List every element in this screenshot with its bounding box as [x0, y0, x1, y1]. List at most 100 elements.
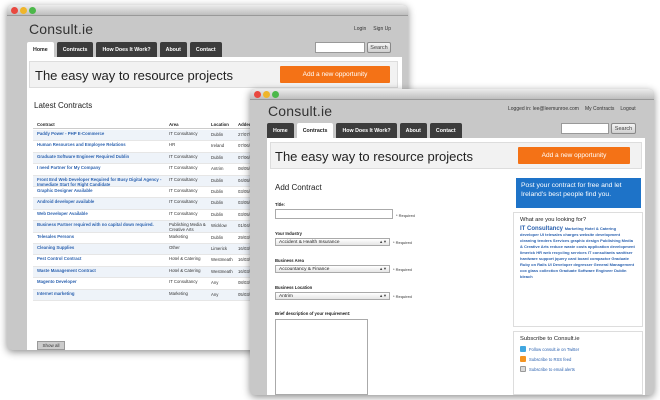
tag-link[interactable]: jquery	[555, 256, 568, 261]
tag-link[interactable]: Services	[553, 238, 571, 243]
contract-link[interactable]: I need Partner for My Company	[37, 165, 162, 170]
tag-link[interactable]: reduce	[550, 244, 564, 249]
contract-link[interactable]: Graphic Designer Available	[37, 188, 162, 193]
contract-link[interactable]: Waste Management Contract	[37, 268, 162, 273]
rss-link[interactable]: Subscribe to RSS feed	[520, 356, 636, 362]
maximize-icon[interactable]	[272, 91, 279, 98]
minimize-icon[interactable]	[263, 91, 270, 98]
tag-link[interactable]: design	[586, 238, 600, 243]
tab-how-it-works[interactable]: How Does It Work?	[336, 123, 397, 138]
contract-link[interactable]: Front End Web Developer Required for Bus…	[37, 177, 162, 187]
tag-link[interactable]: costs	[576, 244, 588, 249]
close-icon[interactable]	[254, 91, 261, 98]
contract-link[interactable]: Graduate Software Engineer Required Dubl…	[37, 154, 162, 159]
contract-link[interactable]: Business Partner required with no capita…	[37, 222, 162, 227]
tag-link[interactable]: Marketing	[565, 226, 585, 231]
rss-link-text[interactable]: Subscribe to RSS feed	[529, 357, 571, 362]
industry-select[interactable]: Accident & Health Insurance ▲▼	[275, 238, 390, 246]
tab-about[interactable]: About	[399, 123, 427, 138]
tab-contracts[interactable]: Contracts	[56, 42, 94, 57]
tag-link[interactable]: degresser	[573, 262, 593, 267]
contract-link[interactable]: Web Developer Available	[37, 211, 162, 216]
tag-link[interactable]: waste	[564, 244, 576, 249]
tag-link[interactable]: Dublin	[614, 268, 626, 273]
tag-link[interactable]: cleaning	[520, 238, 537, 243]
tag-link[interactable]: development	[595, 232, 620, 237]
tag-link[interactable]: charges	[563, 232, 579, 237]
tag-link[interactable]: services	[571, 250, 588, 255]
tag-link[interactable]: Creative	[524, 244, 541, 249]
tag-link[interactable]: Publishing	[600, 238, 622, 243]
tag-link[interactable]: developer	[520, 232, 540, 237]
tag-link[interactable]: sanitiser	[616, 250, 632, 255]
tag-link[interactable]: Media	[622, 238, 633, 243]
login-link[interactable]: Login	[354, 26, 366, 32]
tab-contracts[interactable]: Contracts	[296, 123, 334, 138]
tag-link[interactable]: consultants	[593, 250, 617, 255]
tag-link[interactable]: hardware	[520, 256, 539, 261]
tag-link[interactable]: bleach	[520, 274, 533, 279]
tag-link[interactable]: compactor	[590, 256, 612, 261]
contract-link[interactable]: Internet marketing	[37, 291, 162, 296]
add-opportunity-button[interactable]: Add a new opportunity	[518, 147, 630, 164]
contract-link[interactable]: Telesales Persons	[37, 234, 162, 239]
tag-link[interactable]: development	[610, 244, 635, 249]
tag-link[interactable]: limerick	[520, 250, 536, 255]
tag-link[interactable]: collection	[539, 268, 559, 273]
contract-link[interactable]: Cleaning Supplies	[37, 245, 162, 250]
tag-link[interactable]: Graduate	[611, 256, 629, 261]
contract-link[interactable]: Paddy Power - PHP E-Commerce	[37, 131, 162, 136]
tab-contact[interactable]: Contact	[189, 42, 222, 57]
tab-contact[interactable]: Contact	[429, 123, 462, 138]
twitter-link-text[interactable]: Follow consult.ie on Twitter	[529, 347, 579, 352]
logout-link[interactable]: Logout	[620, 106, 635, 112]
email-link-text[interactable]: Subscribe to email alerts	[529, 367, 575, 372]
tag-link[interactable]: glass	[528, 268, 539, 273]
tag-link[interactable]: telesales	[545, 232, 563, 237]
tag-link[interactable]: card	[568, 256, 578, 261]
twitter-link[interactable]: Follow consult.ie on Twitter	[520, 346, 636, 352]
tag-link[interactable]: Ruby	[520, 262, 531, 267]
contract-link[interactable]: Android developer available	[37, 199, 162, 204]
add-opportunity-button[interactable]: Add a new opportunity	[280, 66, 390, 83]
tag-link[interactable]: Management	[610, 262, 634, 267]
close-icon[interactable]	[11, 7, 18, 14]
title-field[interactable]	[275, 209, 393, 219]
minimize-icon[interactable]	[20, 7, 27, 14]
tag-link[interactable]: Rails	[537, 262, 548, 267]
search-input[interactable]	[561, 123, 609, 134]
contract-link[interactable]: Pest Control Contract	[37, 256, 162, 261]
tag-link[interactable]: Engineer	[596, 268, 614, 273]
tag-link[interactable]: application	[588, 244, 610, 249]
my-contracts-link[interactable]: My Contracts	[585, 106, 614, 112]
show-all-button[interactable]: Show all	[37, 341, 65, 350]
email-alerts-link[interactable]: Subscribe to email alerts	[520, 366, 636, 372]
tag-link[interactable]: support	[539, 256, 555, 261]
tag-link[interactable]: graphic	[570, 238, 586, 243]
contract-link[interactable]: Magento Developer	[37, 279, 162, 284]
tag-link[interactable]: General	[594, 262, 610, 267]
tab-home[interactable]: Home	[267, 123, 294, 138]
tag-link[interactable]: Graduate	[559, 268, 578, 273]
maximize-icon[interactable]	[29, 7, 36, 14]
contract-link[interactable]: Human Resources and Employee Relations	[37, 142, 162, 147]
description-textarea[interactable]	[275, 319, 368, 395]
tag-link[interactable]: website	[580, 232, 596, 237]
tag-link[interactable]: web	[543, 250, 552, 255]
site-logo[interactable]: Consult.ie	[29, 21, 93, 37]
tag-link[interactable]: cox	[520, 268, 528, 273]
tag-link[interactable]: Developer	[553, 262, 573, 267]
site-logo[interactable]: Consult.ie	[268, 103, 332, 119]
tab-how-it-works[interactable]: How Does It Work?	[96, 42, 157, 57]
tab-home[interactable]: Home	[27, 42, 54, 57]
tag-link[interactable]: board	[578, 256, 590, 261]
search-button[interactable]: Search	[611, 123, 636, 134]
area-select[interactable]: Accountancy & Finance ▲▼	[275, 265, 390, 273]
search-button[interactable]: Search	[367, 42, 391, 53]
search-input[interactable]	[315, 42, 365, 53]
tag-link[interactable]: Software	[578, 268, 596, 273]
location-select[interactable]: Antrim ▲▼	[275, 292, 390, 300]
tab-about[interactable]: About	[159, 42, 187, 57]
signup-link[interactable]: Sign Up	[373, 26, 391, 32]
tag-link[interactable]: Arts	[541, 244, 550, 249]
